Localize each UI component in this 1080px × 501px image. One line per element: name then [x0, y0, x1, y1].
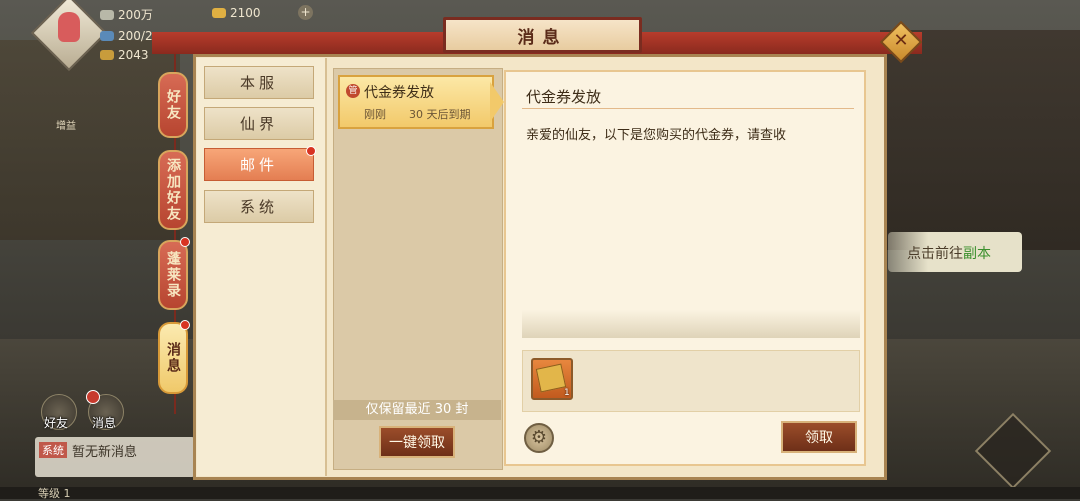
player-avatar [58, 12, 80, 42]
category-label: 本服 [239, 74, 278, 92]
claim-label: 领取 [805, 430, 833, 446]
penglai-notification-dot [180, 237, 190, 247]
mail-item-time: 刚刚 [364, 108, 386, 121]
coin-value: 2043 [118, 48, 149, 62]
close-icon[interactable]: ✕ [887, 27, 915, 55]
mail-selected-arrow [490, 82, 504, 122]
coin-counter: 2043 [100, 48, 149, 62]
stamina-counter: 200/2 [100, 29, 153, 43]
side-tab-penglai[interactable]: 蓬莱录 [158, 240, 188, 310]
chat-channel-tag: 系统 [39, 442, 67, 458]
category-label: 仙界 [239, 115, 278, 133]
messages-badge [86, 390, 100, 404]
category-system[interactable]: 系统 [204, 190, 314, 223]
buff-label[interactable]: 增益 [56, 117, 76, 132]
mail-type-icon: 管 [346, 84, 360, 98]
level-bar [0, 487, 1080, 499]
side-tab-label: 添加好友 [165, 158, 181, 222]
add-currency-button[interactable]: + [298, 5, 313, 20]
category-label: 邮件 [239, 156, 278, 174]
mail-detail-title: 代金券发放 [526, 88, 602, 106]
stamina-icon [100, 31, 114, 41]
dialog-title-plaque: 消息 [443, 17, 642, 53]
category-label: 系统 [239, 198, 278, 216]
silver-value: 200万 [118, 8, 153, 22]
friends-shortcut-label: 好友 [44, 416, 69, 430]
goto-dungeon-text[interactable]: 点击前往副本 [907, 243, 991, 263]
category-server[interactable]: 本服 [204, 66, 314, 99]
mail-detail-fade [522, 310, 860, 338]
claim-button[interactable]: 领取 [781, 421, 857, 453]
gold-ingot-icon [212, 8, 226, 18]
mail-detail-body: 亲爱的仙友，以下是您购买的代金券，请查收 [526, 128, 787, 143]
mail-item-expire: 30 天后到期 [409, 108, 471, 121]
side-tab-label: 消息 [165, 342, 181, 374]
mail-keep-note: 仅保留最近 30 封 [333, 400, 501, 420]
side-tab-label: 好友 [165, 89, 181, 121]
stamina-value: 200/2 [118, 29, 153, 43]
messages-notification-dot [180, 320, 190, 330]
background-house-left [0, 40, 180, 240]
category-immortal-realm[interactable]: 仙界 [204, 107, 314, 140]
goto-highlight: 副本 [963, 246, 991, 262]
silver-counter: 200万 [100, 6, 153, 23]
side-tab-friends[interactable]: 好友 [158, 72, 188, 138]
category-mail[interactable]: 邮件 [204, 148, 314, 181]
gold-counter: 2100 [212, 6, 261, 20]
goto-prefix: 点击前往 [907, 246, 963, 262]
dialog-title: 消息 [517, 27, 568, 48]
side-tab-add-friend[interactable]: 添加好友 [158, 150, 188, 230]
settings-gear-icon[interactable]: ⚙ [524, 423, 554, 453]
messages-shortcut-label: 消息 [92, 416, 117, 430]
background-house-right [880, 30, 1080, 250]
mail-notification-dot [306, 146, 316, 156]
mail-detail-divider [522, 108, 854, 109]
side-tab-messages[interactable]: 消息 [158, 322, 188, 394]
coin-bag-icon [100, 50, 114, 60]
side-tab-label: 蓬莱录 [165, 251, 181, 299]
mail-item-title: 代金券发放 [364, 85, 434, 101]
item-count: 1 [564, 388, 570, 398]
claim-all-button[interactable]: 一键领取 [379, 426, 455, 458]
claim-all-label: 一键领取 [389, 435, 445, 451]
gold-value: 2100 [230, 6, 261, 20]
silver-icon [100, 9, 114, 20]
chat-latest-text: 暂无新消息 [72, 445, 138, 460]
